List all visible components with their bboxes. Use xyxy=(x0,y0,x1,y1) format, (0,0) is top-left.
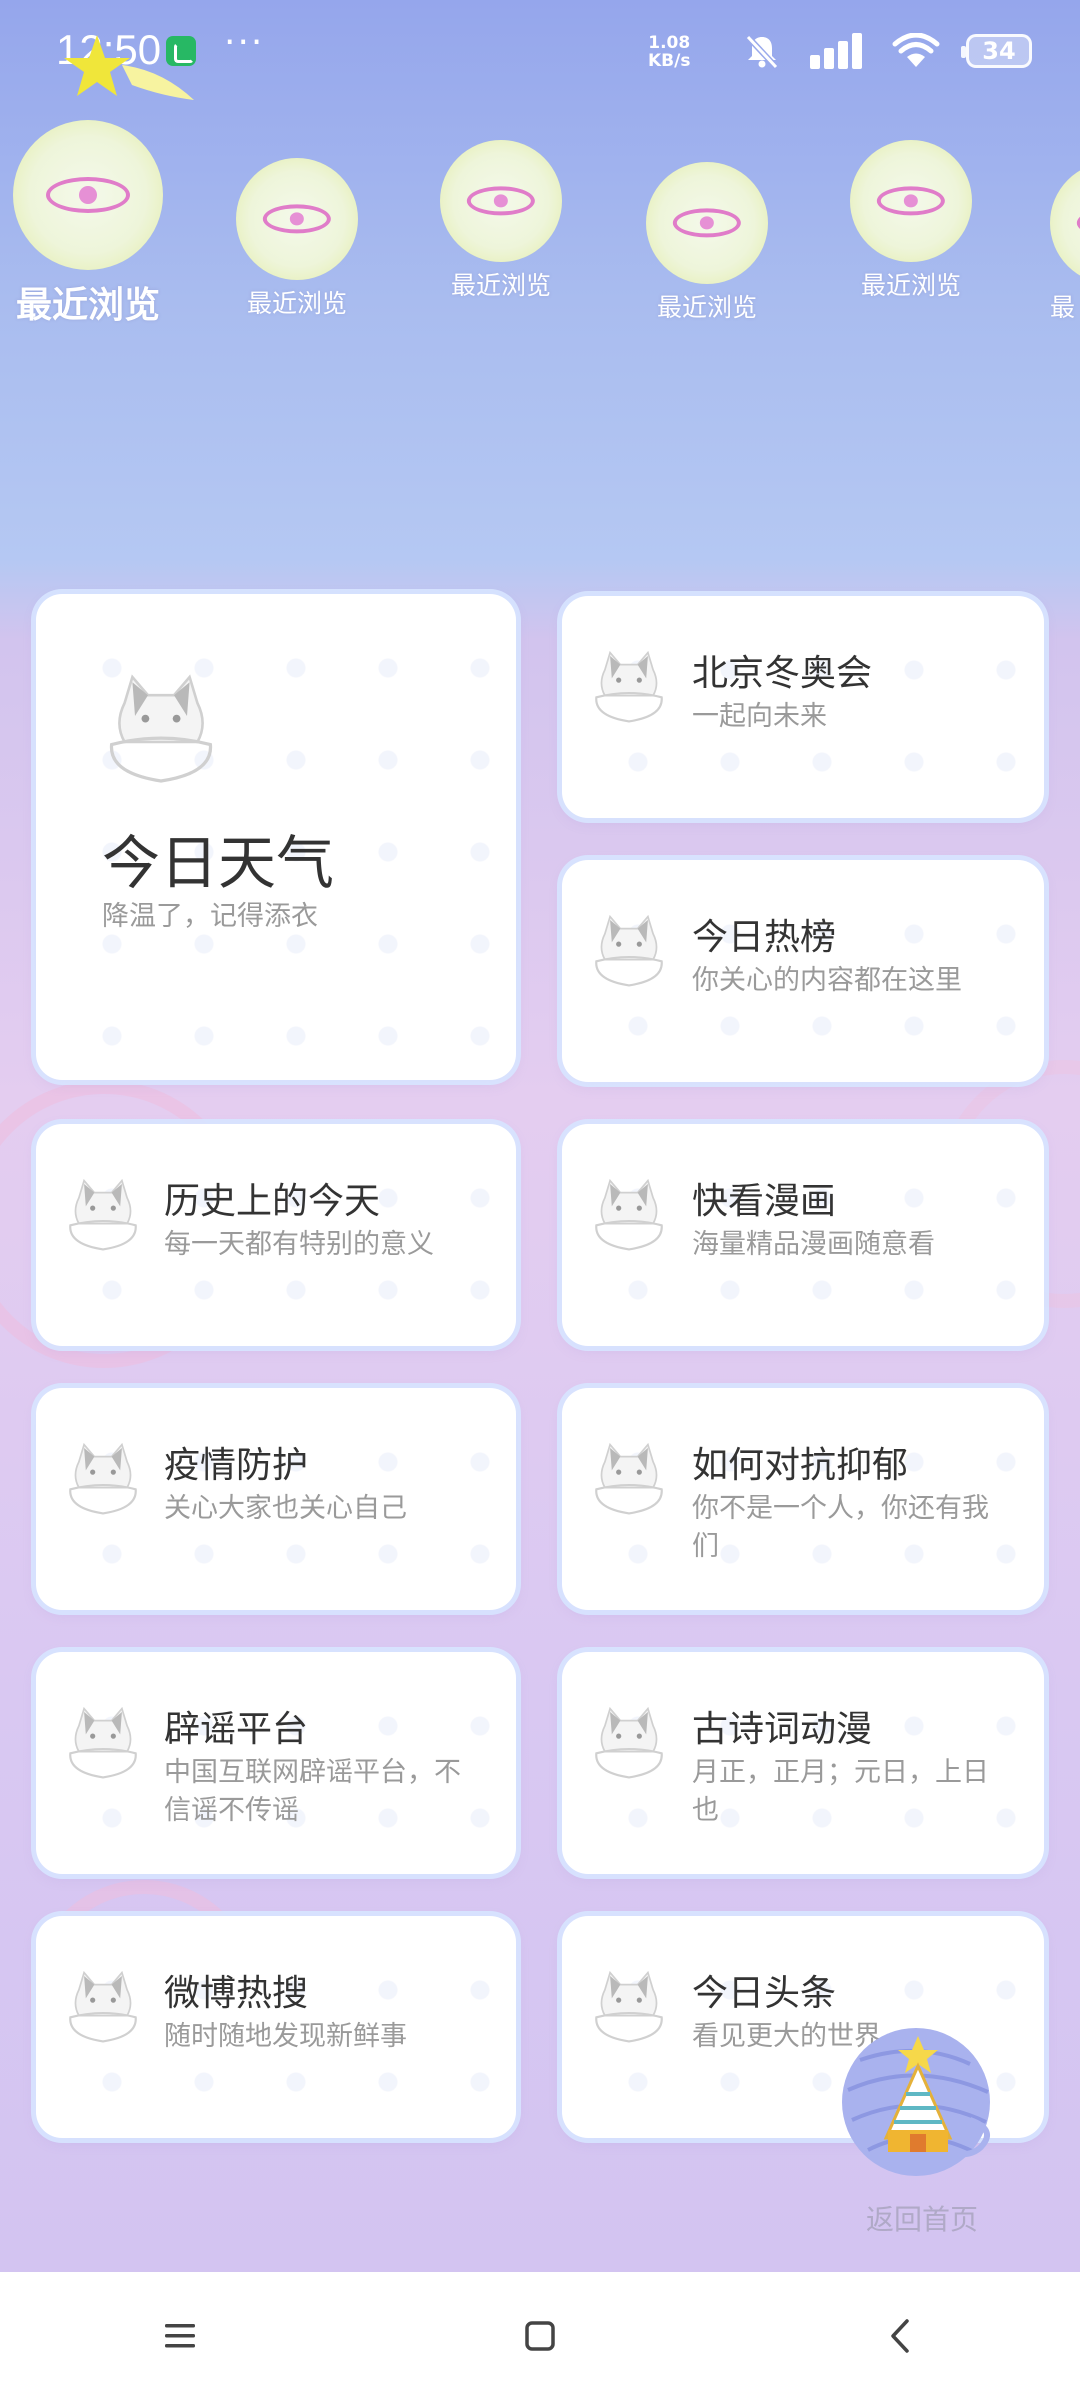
cat-icon xyxy=(595,914,663,987)
network-speed-unit: KB/s xyxy=(648,51,691,71)
mute-bell-icon xyxy=(745,34,779,70)
card-title: 今日热榜 xyxy=(692,917,837,958)
network-speed-value: 1.08 xyxy=(648,33,691,53)
cat-icon xyxy=(69,1970,137,2043)
card-weibo-hot[interactable]: 微博热搜 随时随地发现新鲜事 xyxy=(36,1916,516,2138)
eye-ball-icon xyxy=(1050,162,1080,284)
card-title: 历史上的今天 xyxy=(164,1181,381,1222)
battery-indicator: 34 xyxy=(961,34,1032,68)
cat-icon xyxy=(595,1970,663,2043)
wifi-icon xyxy=(892,33,940,67)
card-hot-list[interactable]: 今日热榜 你关心的内容都在这里 xyxy=(562,860,1044,1082)
card-history-today[interactable]: 历史上的今天 每一天都有特别的意义 xyxy=(36,1124,516,1346)
cat-icon xyxy=(595,1706,663,1779)
card-title: 辟谣平台 xyxy=(164,1709,309,1750)
home-button[interactable] xyxy=(480,2296,600,2376)
cat-icon xyxy=(69,1442,137,1515)
card-subtitle: 随时随地发现新鲜事 xyxy=(164,2021,407,2052)
recent-item-label: 最近浏览 xyxy=(246,289,347,318)
card-title: 微博热搜 xyxy=(164,1973,309,2014)
screen: 12:50 ··· 1.08 KB/s 34 最近浏览 最近浏览 最近浏览 最近… xyxy=(0,0,1080,2400)
card-subtitle: 一起向未来 xyxy=(692,701,827,732)
card-title: 今日天气 xyxy=(102,829,335,897)
return-home-label[interactable]: 返回首页 xyxy=(866,2198,978,2238)
recent-item-label: 最近浏览 xyxy=(450,271,551,300)
star-ribbon-icon xyxy=(64,35,194,100)
card-subtitle: 月正，正月；元日，上日也 xyxy=(692,1757,989,1826)
card-title: 今日头条 xyxy=(692,1973,837,2014)
recent-item-label: 最近浏览 xyxy=(860,271,961,300)
eye-ball-icon xyxy=(440,140,562,262)
eye-ball-icon xyxy=(646,162,768,284)
menu-icon xyxy=(165,2324,195,2348)
eye-ball-icon xyxy=(13,120,163,270)
recent-item[interactable]: 最近浏览 xyxy=(642,162,772,324)
card-subtitle: 海量精品漫画随意看 xyxy=(692,1229,935,1260)
more-notifications-icon: ··· xyxy=(224,22,265,63)
back-icon xyxy=(891,2319,909,2353)
card-subtitle: 你关心的内容都在这里 xyxy=(692,965,962,996)
card-title: 北京冬奥会 xyxy=(692,653,873,694)
card-olympics[interactable]: 北京冬奥会 一起向未来 xyxy=(562,596,1044,818)
eye-ball-icon xyxy=(236,158,358,280)
card-comics[interactable]: 快看漫画 海量精品漫画随意看 xyxy=(562,1124,1044,1346)
recent-item[interactable]: 最近浏览 xyxy=(10,120,166,328)
cat-icon xyxy=(69,1178,137,1251)
cat-icon xyxy=(595,1442,663,1515)
cat-icon xyxy=(595,1178,663,1251)
card-subtitle: 中国互联网辟谣平台，不信谣不传谣 xyxy=(164,1757,461,1826)
menu-button[interactable] xyxy=(120,2296,240,2376)
cat-icon xyxy=(109,674,213,783)
card-title: 如何对抗抑郁 xyxy=(692,1445,909,1486)
recent-item[interactable]: 最近浏览 xyxy=(436,140,566,302)
recent-item[interactable]: 最 xyxy=(1050,162,1080,324)
card-subtitle: 每一天都有特别的意义 xyxy=(164,1229,434,1260)
card-depression[interactable]: 如何对抗抑郁 你不是一个人，你还有我们 xyxy=(562,1388,1044,1610)
card-subtitle: 关心大家也关心自己 xyxy=(164,1493,407,1524)
signal-icon xyxy=(810,33,862,69)
card-title: 疫情防护 xyxy=(164,1445,309,1486)
card-title: 快看漫画 xyxy=(692,1181,837,1222)
network-speed: 1.08 KB/s xyxy=(648,34,690,70)
card-subtitle: 降温了，记得添衣 xyxy=(102,901,318,932)
recent-item-label: 最 xyxy=(1050,293,1076,322)
card-rumor-platform[interactable]: 辟谣平台 中国互联网辟谣平台，不信谣不传谣 xyxy=(36,1652,516,1874)
recent-item[interactable]: 最近浏览 xyxy=(232,158,362,320)
card-weather[interactable]: 今日天气 降温了，记得添衣 xyxy=(36,594,516,1080)
card-poetry-anime[interactable]: 古诗词动漫 月正，正月；元日，上日也 xyxy=(562,1652,1044,1874)
status-icons: 34 xyxy=(742,30,1032,72)
navigation-bar xyxy=(0,2272,1080,2400)
recent-item-label: 最近浏览 xyxy=(15,285,160,326)
cat-icon xyxy=(595,650,663,723)
card-title: 古诗词动漫 xyxy=(692,1709,873,1750)
eye-ball-icon xyxy=(850,140,972,262)
home-icon xyxy=(525,2321,555,2351)
recent-item-label: 最近浏览 xyxy=(656,293,757,322)
return-home-icon[interactable] xyxy=(838,2020,998,2180)
back-button[interactable] xyxy=(840,2296,960,2376)
card-epidemic[interactable]: 疫情防护 关心大家也关心自己 xyxy=(36,1388,516,1610)
battery-level: 34 xyxy=(982,37,1016,65)
cat-icon xyxy=(69,1706,137,1779)
card-subtitle: 你不是一个人，你还有我们 xyxy=(692,1493,989,1562)
recent-item[interactable]: 最近浏览 xyxy=(846,140,976,302)
